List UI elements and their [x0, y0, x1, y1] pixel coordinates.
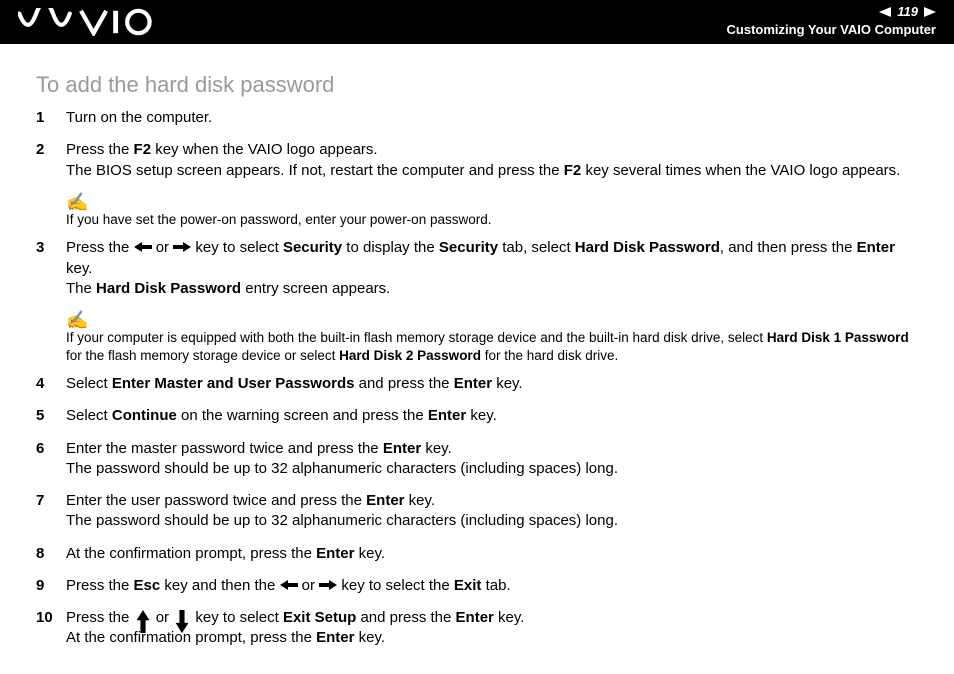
step-body: Press the Esc key and then the or key to…	[66, 576, 918, 596]
breadcrumb: Customizing Your VAIO Computer	[727, 22, 936, 37]
arrow-down-icon	[173, 610, 191, 624]
arrow-right-icon	[319, 578, 337, 592]
step-number: 4	[36, 374, 66, 394]
page-nav: 119	[879, 4, 936, 19]
step-body: Select Enter Master and User Passwords a…	[66, 374, 918, 394]
step-7: 7 Enter the user password twice and pres…	[36, 491, 918, 532]
step-number: 7	[36, 491, 66, 532]
step-body: At the confirmation prompt, press the En…	[66, 544, 918, 564]
step-body: Enter the user password twice and press …	[66, 491, 918, 532]
nav-next-icon[interactable]	[924, 7, 936, 17]
step-text: Press the F2 key when the VAIO logo appe…	[66, 140, 918, 181]
arrow-left-icon	[280, 578, 298, 592]
step-8: 8 At the confirmation prompt, press the …	[36, 544, 918, 564]
step-body: Turn on the computer.	[66, 108, 918, 128]
note-icon: ✍	[66, 311, 918, 329]
step-number: 5	[36, 406, 66, 426]
step-body: Enter the master password twice and pres…	[66, 439, 918, 480]
step-3: 3 Press the or key to select Security to…	[36, 238, 918, 299]
arrow-right-icon	[173, 240, 191, 254]
page-number: 119	[897, 4, 918, 19]
steps-list: 1 Turn on the computer. 2 Press the F2 k…	[36, 108, 918, 649]
step-text: Press the Esc key and then the or key to…	[66, 576, 918, 596]
note-1: ✍ If you have set the power-on password,…	[66, 193, 918, 229]
step-text: At the confirmation prompt, press the En…	[66, 544, 918, 564]
arrow-left-icon	[134, 240, 152, 254]
step-number: 3	[36, 238, 66, 299]
header-bar: 119 Customizing Your VAIO Computer	[0, 0, 954, 44]
step-2: 2 Press the F2 key when the VAIO logo ap…	[36, 140, 918, 181]
note-icon: ✍	[66, 193, 918, 211]
note-text: If your computer is equipped with both t…	[66, 330, 909, 363]
step-body: Press the or key to select Exit Setup an…	[66, 608, 918, 649]
step-6: 6 Enter the master password twice and pr…	[36, 439, 918, 480]
arrow-up-icon	[134, 610, 152, 624]
content-area: To add the hard disk password 1 Turn on …	[0, 44, 954, 649]
step-number: 8	[36, 544, 66, 564]
step-number: 1	[36, 108, 66, 128]
step-number: 10	[36, 608, 66, 649]
step-9: 9 Press the Esc key and then the or key …	[36, 576, 918, 596]
step-text: Enter the user password twice and press …	[66, 491, 918, 532]
step-text: Enter the master password twice and pres…	[66, 439, 918, 480]
step-body: Press the or key to select Security to d…	[66, 238, 918, 299]
step-1: 1 Turn on the computer.	[36, 108, 918, 128]
note-text: If you have set the power-on password, e…	[66, 212, 491, 227]
step-4: 4 Select Enter Master and User Passwords…	[36, 374, 918, 394]
step-body: Select Continue on the warning screen an…	[66, 406, 918, 426]
step-text: Select Enter Master and User Passwords a…	[66, 374, 918, 394]
note-2: ✍ If your computer is equipped with both…	[66, 311, 918, 364]
step-5: 5 Select Continue on the warning screen …	[36, 406, 918, 426]
step-10: 10 Press the or key to select Exit Setup…	[36, 608, 918, 649]
step-number: 2	[36, 140, 66, 181]
step-body: Press the F2 key when the VAIO logo appe…	[66, 140, 918, 181]
step-number: 9	[36, 576, 66, 596]
vaio-logo	[18, 8, 158, 36]
nav-prev-icon[interactable]	[879, 7, 891, 17]
step-text: Select Continue on the warning screen an…	[66, 406, 918, 426]
step-text: Press the or key to select Security to d…	[66, 238, 918, 299]
step-text: Turn on the computer.	[66, 108, 918, 128]
section-title: To add the hard disk password	[36, 72, 918, 98]
step-text: Press the or key to select Exit Setup an…	[66, 608, 918, 649]
step-number: 6	[36, 439, 66, 480]
